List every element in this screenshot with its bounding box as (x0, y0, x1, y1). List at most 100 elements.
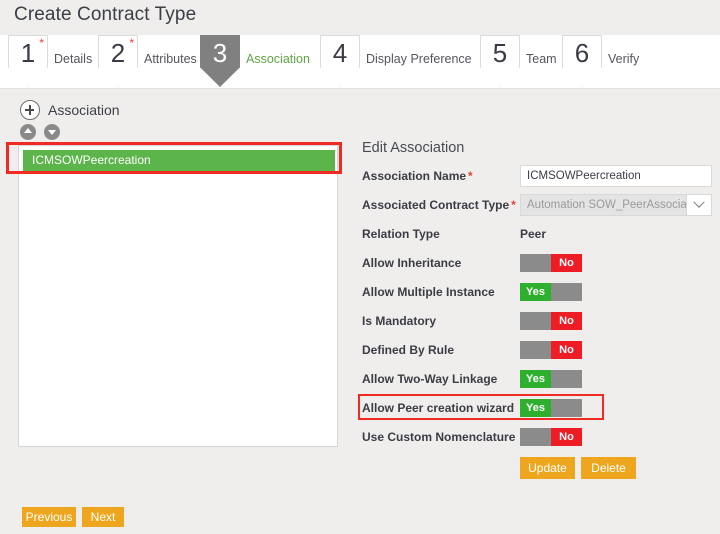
update-button[interactable]: Update (520, 457, 575, 479)
step-number: 5 (480, 38, 520, 68)
defined-by-rule-toggle[interactable]: No (520, 341, 582, 359)
toggle-track (551, 283, 582, 301)
edit-association-form: Association Name* Associated Contract Ty… (362, 165, 712, 455)
required-asterisk: * (129, 38, 134, 48)
field-label: Allow Two-Way Linkage (362, 372, 497, 386)
field-label: Association Name* (362, 169, 473, 183)
label-text: Association Name (362, 169, 466, 183)
required-asterisk: * (511, 198, 516, 212)
toggle-track (520, 341, 551, 359)
step-shape: 2 * (98, 35, 138, 87)
select-value: Automation SOW_PeerAssocia... (521, 199, 687, 211)
required-asterisk: * (39, 38, 44, 48)
field-is-mandatory: Is Mandatory No ? (362, 310, 712, 339)
field-label: Defined By Rule (362, 343, 454, 357)
field-control: Peer (520, 223, 546, 245)
step-number: 6 (562, 38, 602, 68)
step-label: Details (54, 52, 92, 66)
field-association-name: Association Name* (362, 165, 712, 194)
field-label: Allow Inheritance (362, 256, 461, 270)
previous-button[interactable]: Previous (22, 507, 76, 527)
wizard-step-attributes[interactable]: 2 * Attributes (98, 35, 197, 87)
field-use-custom-nomenclature: Use Custom Nomenclature No ? (362, 426, 712, 455)
wizard-steps-bar: 1 * Details 2 * Attributes 3 Association… (0, 35, 720, 89)
step-shape: 3 (200, 35, 240, 87)
field-allow-multiple-instance: Allow Multiple Instance Yes ? (362, 281, 712, 310)
field-control: No (520, 339, 582, 359)
next-button[interactable]: Next (82, 507, 124, 527)
field-control: Yes (520, 368, 582, 388)
wizard-step-verify[interactable]: 6 Verify (562, 35, 639, 87)
field-associated-contract-type: Associated Contract Type* Automation SOW… (362, 194, 712, 223)
step-label: Display Preference (366, 52, 472, 66)
field-label: Allow Multiple Instance (362, 285, 495, 299)
step-shape: 1 * (8, 35, 48, 87)
toggle-value: No (551, 312, 582, 330)
allow-peer-creation-wizard-toggle[interactable]: Yes (520, 399, 582, 417)
association-list[interactable]: ICMSOWPeercreation (18, 145, 338, 447)
add-association-header[interactable]: Association (20, 100, 120, 120)
required-asterisk: * (468, 169, 473, 183)
select-toggle-button[interactable] (686, 195, 711, 215)
edit-association-title: Edit Association (362, 140, 464, 156)
toggle-value: Yes (520, 283, 551, 301)
reorder-controls (20, 124, 60, 140)
associated-contract-type-select[interactable]: Automation SOW_PeerAssocia... (520, 194, 712, 216)
toggle-value: Yes (520, 399, 551, 417)
toggle-track (520, 428, 551, 446)
toggle-track (551, 370, 582, 388)
step-shape: 6 (562, 35, 602, 87)
field-defined-by-rule: Defined By Rule No (362, 339, 712, 368)
field-allow-peer-creation-wizard: Allow Peer creation wizard Yes ? (362, 397, 712, 426)
step-label: Association (246, 52, 310, 66)
toggle-value: No (551, 428, 582, 446)
step-shape: 5 (480, 35, 520, 87)
toggle-track (551, 399, 582, 417)
is-mandatory-toggle[interactable]: No (520, 312, 582, 330)
wizard-step-team[interactable]: 5 Team (480, 35, 557, 87)
toggle-track (520, 312, 551, 330)
list-item[interactable]: ICMSOWPeercreation (23, 150, 335, 171)
toggle-value: No (551, 341, 582, 359)
step-label: Attributes (144, 52, 197, 66)
step-label: Team (526, 52, 557, 66)
field-control: No ? (520, 426, 582, 446)
field-label: Use Custom Nomenclature (362, 430, 515, 444)
wizard-step-details[interactable]: 1 * Details (8, 35, 92, 87)
wizard-step-display-preference[interactable]: 4 Display Preference (320, 35, 472, 87)
field-label: Allow Peer creation wizard (362, 401, 514, 415)
field-allow-inheritance: Allow Inheritance No (362, 252, 712, 281)
field-control: Automation SOW_PeerAssocia... (520, 194, 712, 216)
field-relation-type: Relation Type Peer (362, 223, 712, 252)
label-text: Associated Contract Type (362, 198, 509, 212)
field-control (520, 165, 712, 187)
wizard-footer: Previous Next (22, 507, 124, 527)
allow-inheritance-toggle[interactable]: No (520, 254, 582, 272)
step-shape: 4 (320, 35, 360, 87)
field-label: Associated Contract Type* (362, 198, 516, 212)
field-control: No ? (520, 310, 582, 330)
delete-button[interactable]: Delete (581, 457, 636, 479)
field-control: Yes ? (520, 397, 582, 417)
association-name-input[interactable] (520, 165, 712, 187)
toggle-value: No (551, 254, 582, 272)
allow-two-way-linkage-toggle[interactable]: Yes (520, 370, 582, 388)
edit-association-actions: Update Delete (520, 457, 636, 479)
field-control: Yes ? (520, 281, 582, 301)
step-number: 3 (200, 38, 240, 68)
arrow-up-icon[interactable] (20, 124, 36, 140)
toggle-track (520, 254, 551, 272)
field-label: Relation Type (362, 227, 440, 241)
association-heading: Association (48, 102, 120, 118)
allow-multiple-instance-toggle[interactable]: Yes (520, 283, 582, 301)
chevron-down-icon (693, 197, 704, 208)
field-control: No (520, 252, 582, 272)
wizard-step-association[interactable]: 3 Association (200, 35, 310, 87)
label-text: Relation Type (362, 227, 440, 241)
field-label: Is Mandatory (362, 314, 436, 328)
field-allow-two-way-linkage: Allow Two-Way Linkage Yes (362, 368, 712, 397)
plus-circle-icon[interactable] (20, 100, 40, 120)
use-custom-nomenclature-toggle[interactable]: No (520, 428, 582, 446)
arrow-down-icon[interactable] (44, 124, 60, 140)
page-title: Create Contract Type (14, 4, 196, 26)
